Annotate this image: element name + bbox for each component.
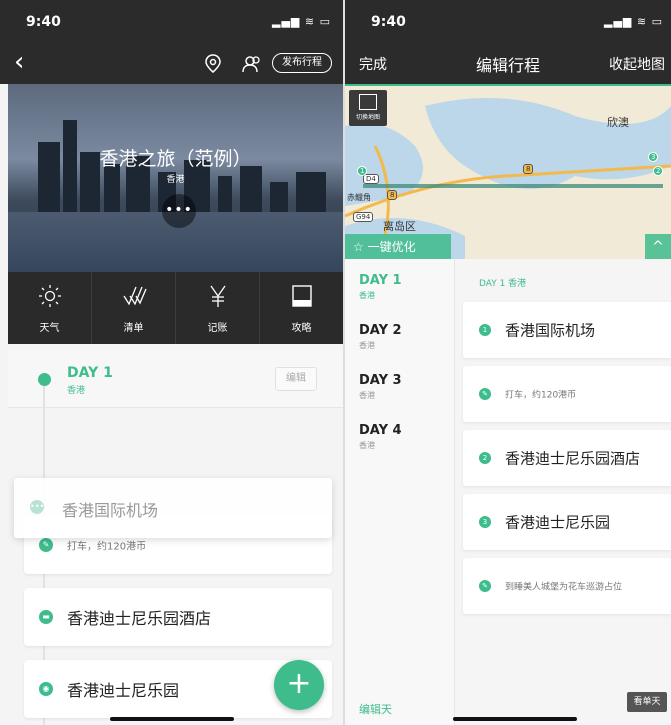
day-tab-city: 香港	[359, 391, 375, 400]
number-badge: 2	[479, 452, 491, 464]
sun-icon	[38, 285, 61, 307]
weather-button[interactable]: 天气	[8, 272, 92, 344]
item-name: 香港国际机场	[505, 321, 596, 340]
home-indicator	[453, 717, 577, 721]
itinerary-card[interactable]: 1 香港国际机场	[463, 302, 671, 358]
yen-icon	[209, 285, 226, 307]
itinerary-card[interactable]: ✎ 打车，约120港币	[463, 366, 671, 422]
hotel-card[interactable]: ▬ 香港迪士尼乐园酒店	[24, 588, 332, 646]
expense-label: 记账	[207, 323, 228, 334]
checklist-label: 清单	[123, 323, 144, 334]
road-badge: G94	[353, 212, 374, 222]
expense-button[interactable]: 记账	[176, 272, 260, 344]
switch-map-label: 切换地图	[355, 114, 380, 121]
pencil-icon: ✎	[39, 538, 53, 552]
collapse-map-button[interactable]: 收起地图	[609, 54, 665, 74]
drag-handle-icon: •••	[30, 500, 44, 514]
trip-detail-screen: 9:40 ▂▄▆ ≋ ▭ ‹ 发布行程 香港之旅（范例） 香港 ••• 天气 清…	[0, 0, 343, 725]
trip-toolbar: 天气 清单 记账 攻略	[8, 272, 343, 344]
day-tab[interactable]: DAY 2 香港	[359, 323, 402, 351]
dragging-item-card[interactable]: ••• 香港国际机场	[14, 478, 332, 538]
home-indicator	[110, 717, 234, 721]
pencil-icon: ✎	[479, 580, 491, 592]
edit-itinerary-screen: 9:40 ▂▄▆ ≋ ▭ 完成 编辑行程 收起地图 切换地图 欣澳 赤鱲角 离岛…	[345, 0, 671, 725]
checklist-icon	[122, 286, 147, 306]
guide-label: 攻略	[291, 323, 312, 334]
poi-name: 香港迪士尼乐园	[67, 681, 180, 700]
itinerary-card[interactable]: ✎ 到睡美人城堡为花车巡游占位	[463, 558, 671, 614]
map-layer-icon	[359, 94, 377, 110]
checklist-button[interactable]: 清单	[92, 272, 176, 344]
map-label: 欣澳	[607, 116, 629, 129]
day-list: DAY 1 香港 DAY 2 香港 DAY 3 香港 DAY 4 香港 编辑天	[345, 259, 455, 725]
itinerary-card[interactable]: 2 香港迪士尼乐园酒店	[463, 430, 671, 486]
map-label: 离岛区	[383, 220, 416, 233]
trip-title: 香港之旅（范例）	[99, 148, 252, 170]
pencil-icon: ✎	[479, 388, 491, 400]
item-note: 打车，约120港币	[505, 390, 577, 401]
trip-city: 香港	[166, 175, 185, 185]
trip-cover: 香港之旅（范例） 香港 •••	[8, 84, 343, 272]
day-tab-city: 香港	[359, 291, 375, 300]
road-badge: 8	[523, 164, 534, 174]
add-item-button[interactable]: +	[274, 660, 324, 710]
hotel-name: 香港迪士尼乐园酒店	[67, 609, 212, 628]
item-note: 到睡美人城堡为花车巡游占位	[505, 582, 623, 593]
day-tab[interactable]: DAY 1 香港	[359, 273, 402, 301]
day-section-label: DAY 1 香港	[479, 279, 527, 289]
dragging-item-name: 香港国际机场	[62, 501, 159, 520]
guide-button[interactable]: 攻略	[260, 272, 343, 344]
edit-days-button[interactable]: 编辑天	[359, 701, 392, 717]
day-label: DAY 1	[67, 365, 113, 381]
status-time: 9:40	[26, 14, 61, 30]
day-dot	[38, 373, 51, 386]
day-tab-city: 香港	[359, 441, 375, 450]
item-name: 香港迪士尼乐园酒店	[505, 449, 641, 468]
system-icons: ▂▄▆ ≋ ▭	[272, 15, 331, 28]
road-badge: D4	[363, 174, 379, 184]
book-icon	[291, 285, 312, 307]
location-pin-icon[interactable]	[204, 54, 222, 74]
optimize-route-button[interactable]: ☆ 一键优化	[345, 234, 451, 259]
road-badge: 8	[387, 190, 398, 200]
publish-trip-button[interactable]: 发布行程	[272, 53, 332, 73]
map-label: 赤鱲角	[347, 193, 371, 202]
day-tab[interactable]: DAY 3 香港	[359, 373, 402, 401]
status-bar: 9:40 ▂▄▆ ≋ ▭	[0, 0, 343, 44]
day-tab-label: DAY 1	[359, 273, 402, 288]
edit-header: 9:40 ▂▄▆ ≋ ▭ 完成 编辑行程 收起地图	[345, 0, 671, 84]
hotel-icon: ▬	[39, 610, 53, 624]
day-tab-city: 香港	[359, 341, 375, 350]
optimize-label: 一键优化	[367, 240, 416, 254]
status-time: 9:40	[371, 14, 406, 30]
route-map[interactable]: 切换地图 欣澳 赤鱲角 离岛区 D4 G94 8 8 1 2 3 ☆ 一键优化 …	[345, 84, 671, 259]
edit-day-button[interactable]: 编辑	[275, 367, 317, 391]
day-city: 香港	[67, 386, 86, 396]
itinerary-card[interactable]: 3 香港迪士尼乐园	[463, 494, 671, 550]
companions-icon[interactable]	[242, 54, 262, 74]
camera-icon: ◉	[39, 682, 53, 696]
number-badge: 3	[479, 516, 491, 528]
day-tab-label: DAY 3	[359, 373, 402, 388]
note-text: 打车，约120港币	[67, 541, 147, 553]
expand-map-icon[interactable]: ^	[645, 234, 671, 259]
back-icon[interactable]: ‹	[14, 48, 24, 76]
day-tab-label: DAY 2	[359, 323, 402, 338]
day-tab[interactable]: DAY 4 香港	[359, 423, 402, 451]
number-badge: 1	[479, 324, 491, 336]
item-name: 香港迪士尼乐园	[505, 513, 611, 532]
more-options-button[interactable]: •••	[162, 194, 196, 228]
day-tab-label: DAY 4	[359, 423, 402, 438]
switch-map-button[interactable]: 切换地图	[349, 90, 387, 126]
nav-bar: ‹ 发布行程	[0, 44, 343, 84]
view-single-day-button[interactable]: 看单天	[627, 692, 667, 712]
system-icons: ▂▄▆ ≋ ▭	[604, 15, 663, 28]
weather-label: 天气	[39, 323, 60, 334]
